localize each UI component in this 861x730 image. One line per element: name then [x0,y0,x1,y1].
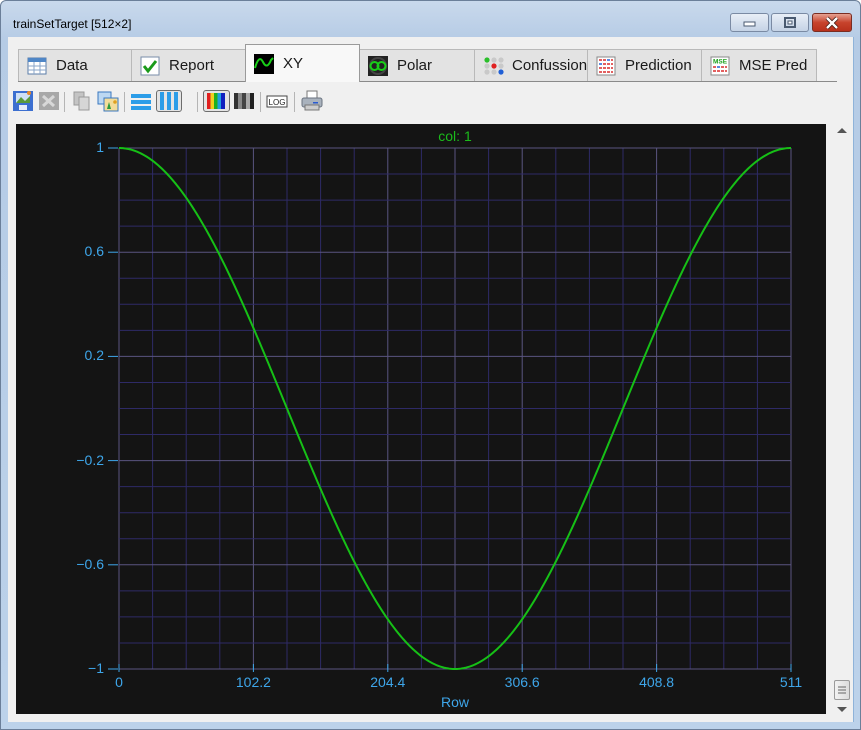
app-window: trainSetTarget [512×2] Data Report XY [0,0,861,730]
grayscale-palette-button[interactable] [233,90,255,112]
tab-label: Report [169,57,214,74]
tab-mse-pred[interactable]: MSE MSE Pred [701,49,817,81]
toolbar-separator [260,92,261,112]
y-tick-label: 0.2 [44,347,104,363]
color-bars-icon [204,91,229,111]
log-scale-button[interactable]: LOG [266,90,288,112]
maximize-button[interactable] [771,13,809,32]
table-icon [27,56,47,76]
x-axis-title: Row [441,694,469,710]
checkmark-icon [140,56,160,76]
y-tick-label: 1 [44,139,104,155]
window-title: trainSetTarget [512×2] [13,17,131,31]
svg-text:MSE: MSE [713,58,728,65]
toolbar-separator [197,92,198,112]
toolbar-separator [124,92,125,112]
printer-icon [301,90,323,112]
horizontal-lines-icon [130,90,152,112]
tab-label: Prediction [625,57,692,74]
tab-xy[interactable]: XY [245,44,360,82]
mse-grid-icon: MSE [710,56,730,76]
close-button[interactable] [812,13,852,32]
export-excel-button[interactable] [38,90,60,112]
scroll-up-icon[interactable] [837,128,847,133]
x-tick-label: 511 [780,674,802,690]
tab-label: XY [283,55,303,72]
log-icon: LOG [266,90,288,112]
tab-prediction[interactable]: Prediction [587,49,702,81]
excel-icon [38,90,60,112]
grayscale-bars-icon [233,90,255,112]
copy-button[interactable] [71,90,93,112]
copy-icon [71,90,93,112]
print-button[interactable] [301,90,323,112]
tab-divider [18,81,837,82]
toolbar: LOG [11,89,841,115]
y-tick-label: −0.2 [44,452,104,468]
chart-title: col: 1 [438,128,471,144]
toolbar-separator [64,92,65,112]
horizontal-lines-button[interactable] [130,90,152,112]
color-palette-button[interactable] [203,90,230,112]
minimize-icon [731,14,768,31]
prediction-grid-icon [596,56,616,76]
y-tick-label: 0.6 [44,243,104,259]
client-area: Data Report XY Polar Confussion Predicti… [8,37,854,722]
y-tick-label: −1 [44,660,104,676]
tab-polar[interactable]: Polar [359,49,475,81]
vertical-lines-icon [157,91,181,111]
x-tick-label: 0 [115,674,123,690]
tab-label: Polar [397,57,432,74]
scrollbar-thumb[interactable] [834,680,850,700]
sine-wave-icon [254,54,274,74]
polar-icon [368,56,388,76]
images-icon [97,90,119,112]
save-image-icon [12,90,34,112]
x-tick-label: 408.8 [639,674,674,690]
close-icon [813,14,851,31]
tab-label: Confussion [512,57,587,74]
tab-report[interactable]: Report [131,49,246,81]
vertical-lines-button[interactable] [156,90,182,112]
copy-image-button[interactable] [97,90,119,112]
scroll-down-icon[interactable] [837,707,847,712]
tab-data[interactable]: Data [18,49,132,81]
tab-bar: Data Report XY Polar Confussion Predicti… [18,49,838,82]
x-tick-label: 306.6 [505,674,540,690]
restore-icon [772,14,808,31]
confusion-matrix-icon [483,56,503,76]
tab-label: MSE Pred [739,57,807,74]
y-tick-label: −0.6 [44,556,104,572]
x-tick-label: 204.4 [370,674,405,690]
title-bar[interactable]: trainSetTarget [512×2] [1,1,860,37]
x-tick-label: 102.2 [236,674,271,690]
grip-icon [835,681,849,699]
minimize-button[interactable] [730,13,769,32]
tab-confussion[interactable]: Confussion [474,49,588,81]
vertical-scrollbar[interactable] [833,124,851,716]
xy-chart: col: 1 Row 1 0.6 0.2 −0.2 −0.6 −1 0 102.2 204.4… [16,124,826,714]
save-image-button[interactable] [12,90,34,112]
toolbar-separator [294,92,295,112]
svg-text:LOG: LOG [269,98,286,107]
chart-canvas [16,124,826,714]
tab-label: Data [56,57,88,74]
